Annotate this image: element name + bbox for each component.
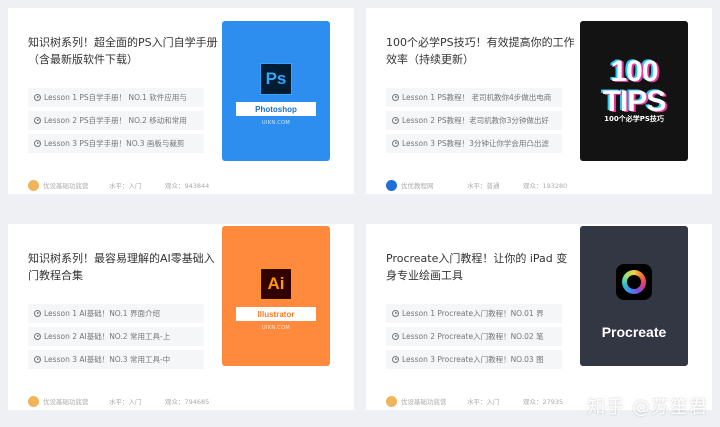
play-icon — [34, 117, 41, 124]
course-title[interactable]: 知识树系列！最容易理解的AI零基础入门教程合集 — [28, 250, 218, 284]
lesson-label: Lesson 1 Procreate入门教程！NO.01 界 — [402, 309, 544, 318]
views-text: 观众：943844 — [165, 182, 210, 190]
lesson-item[interactable]: Lesson 2 AI基础！NO.2 常用工具-上 — [28, 327, 204, 346]
illustrator-icon: Ai — [260, 268, 292, 300]
views-text: 观众：27935 — [523, 398, 564, 406]
lesson-item[interactable]: Lesson 3 AI基础！NO.3 常用工具-中 — [28, 350, 204, 369]
course-cover[interactable]: 100 TIPS 100个必学PS技巧 — [580, 21, 688, 161]
play-icon — [34, 94, 41, 101]
lesson-label: Lesson 1 PS教程！ 老司机教你4步做出电商 — [402, 93, 552, 102]
play-icon — [34, 356, 41, 363]
author-name[interactable]: 优设基础功底营 — [401, 396, 449, 406]
lesson-label: Lesson 3 AI基础！NO.3 常用工具-中 — [44, 355, 171, 364]
lesson-item[interactable]: Lesson 2 Procreate入门教程！NO.02 笔 — [386, 327, 562, 346]
author-name[interactable]: 优优教程网 — [401, 180, 449, 190]
lesson-item[interactable]: Lesson 3 Procreate入门教程！NO.03 图 — [386, 350, 562, 369]
course-meta: 优优教程网 水平：普通 观众：193280 — [386, 179, 567, 191]
lesson-label: Lesson 2 Procreate入门教程！NO.02 笔 — [402, 332, 544, 341]
play-icon — [34, 140, 41, 147]
course-card-procreate[interactable]: Procreate入门教程！让你的 iPad 变身专业绘画工具 Lesson 1… — [366, 224, 712, 410]
cover-subtext: UIKN.COM — [262, 120, 290, 126]
watermark-text: 知乎 @苏笙君 — [587, 397, 708, 418]
lesson-item[interactable]: Lesson 3 PS教程！3分钟让你学会用凸出滤 — [386, 134, 562, 153]
play-icon — [392, 94, 399, 101]
lesson-list: Lesson 1 PS教程！ 老司机教你4步做出电商 Lesson 2 PS教程… — [386, 88, 562, 157]
cover-subtext: UIKN.COM — [262, 325, 290, 331]
course-cover[interactable]: Ps Photoshop UIKN.COM — [222, 21, 330, 161]
brand-ribbon: Photoshop — [230, 102, 322, 118]
cover-headline: 100 TIPS — [602, 55, 667, 118]
course-card-ps[interactable]: 知识树系列！超全面的PS入门自学手册（含最新版软件下载） Lesson 1 PS… — [8, 8, 354, 194]
lesson-item[interactable]: Lesson 1 AI基础！NO.1 界面介绍 — [28, 304, 204, 323]
course-card-ai[interactable]: 知识树系列！最容易理解的AI零基础入门教程合集 Lesson 1 AI基础！NO… — [8, 224, 354, 410]
author-avatar[interactable] — [386, 179, 397, 191]
lesson-item[interactable]: Lesson 3 PS自学手册！NO.3 画板与裁剪 — [28, 134, 204, 153]
course-meta: 优设基础功底营 水平：入门 观众：27935 — [386, 395, 563, 407]
level-text: 水平：入门 — [109, 398, 142, 406]
lesson-label: Lesson 2 PS自学手册！ NO.2 移动和常用 — [44, 116, 187, 125]
author-name[interactable]: 优设基础功底营 — [43, 396, 91, 406]
lesson-item[interactable]: Lesson 1 Procreate入门教程！NO.01 界 — [386, 304, 562, 323]
level-text: 水平：入门 — [467, 398, 500, 406]
views-text: 观众：794685 — [165, 398, 210, 406]
author-avatar[interactable] — [386, 395, 397, 407]
lesson-item[interactable]: Lesson 2 PS教程！老司机教你3分钟做出好 — [386, 111, 562, 130]
cover-subtext: 100个必学PS技巧 — [604, 115, 664, 123]
brand-ribbon: Illustrator — [230, 307, 322, 323]
photoshop-icon: Ps — [260, 63, 292, 95]
lesson-list: Lesson 1 PS自学手册！ NO.1 软件应用与 Lesson 2 PS自… — [28, 88, 204, 157]
lesson-list: Lesson 1 Procreate入门教程！NO.01 界 Lesson 2 … — [386, 304, 562, 373]
lesson-label: Lesson 1 PS自学手册！ NO.1 软件应用与 — [44, 93, 187, 102]
lesson-item[interactable]: Lesson 1 PS教程！ 老司机教你4步做出电商 — [386, 88, 562, 107]
course-cover[interactable]: Ai Illustrator UIKN.COM — [222, 226, 330, 366]
level-text: 水平：普通 — [467, 182, 500, 190]
play-icon — [392, 333, 399, 340]
course-card-ps-tips[interactable]: 100个必学PS技巧！有效提高你的工作效率（持续更新） Lesson 1 PS教… — [366, 8, 712, 194]
play-icon — [34, 310, 41, 317]
play-icon — [392, 140, 399, 147]
course-title[interactable]: 100个必学PS技巧！有效提高你的工作效率（持续更新） — [386, 34, 576, 68]
play-icon — [34, 333, 41, 340]
lesson-label: Lesson 3 PS自学手册！NO.3 画板与裁剪 — [44, 139, 185, 148]
author-avatar[interactable] — [28, 179, 39, 191]
course-title[interactable]: 知识树系列！超全面的PS入门自学手册（含最新版软件下载） — [28, 34, 218, 68]
lesson-label: Lesson 2 AI基础！NO.2 常用工具-上 — [44, 332, 171, 341]
lesson-item[interactable]: Lesson 2 PS自学手册！ NO.2 移动和常用 — [28, 111, 204, 130]
course-title[interactable]: Procreate入门教程！让你的 iPad 变身专业绘画工具 — [386, 250, 576, 284]
lesson-label: Lesson 1 AI基础！NO.1 界面介绍 — [44, 309, 160, 318]
views-text: 观众：193280 — [523, 182, 568, 190]
procreate-icon — [616, 264, 652, 300]
lesson-item[interactable]: Lesson 1 PS自学手册！ NO.1 软件应用与 — [28, 88, 204, 107]
play-icon — [392, 310, 399, 317]
course-cover[interactable]: Procreate — [580, 226, 688, 366]
course-meta: 优设基础功底营 水平：入门 观众：943844 — [28, 179, 209, 191]
play-icon — [392, 356, 399, 363]
lesson-label: Lesson 3 Procreate入门教程！NO.03 图 — [402, 355, 544, 364]
brand-name: Procreate — [601, 324, 667, 340]
course-meta: 优设基础功底营 水平：入门 观众：794685 — [28, 395, 209, 407]
author-avatar[interactable] — [28, 395, 39, 407]
lesson-label: Lesson 3 PS教程！3分钟让你学会用凸出滤 — [402, 139, 549, 148]
lesson-list: Lesson 1 AI基础！NO.1 界面介绍 Lesson 2 AI基础！NO… — [28, 304, 204, 373]
play-icon — [392, 117, 399, 124]
lesson-label: Lesson 2 PS教程！老司机教你3分钟做出好 — [402, 116, 549, 125]
level-text: 水平：入门 — [109, 182, 142, 190]
author-name[interactable]: 优设基础功底营 — [43, 180, 91, 190]
